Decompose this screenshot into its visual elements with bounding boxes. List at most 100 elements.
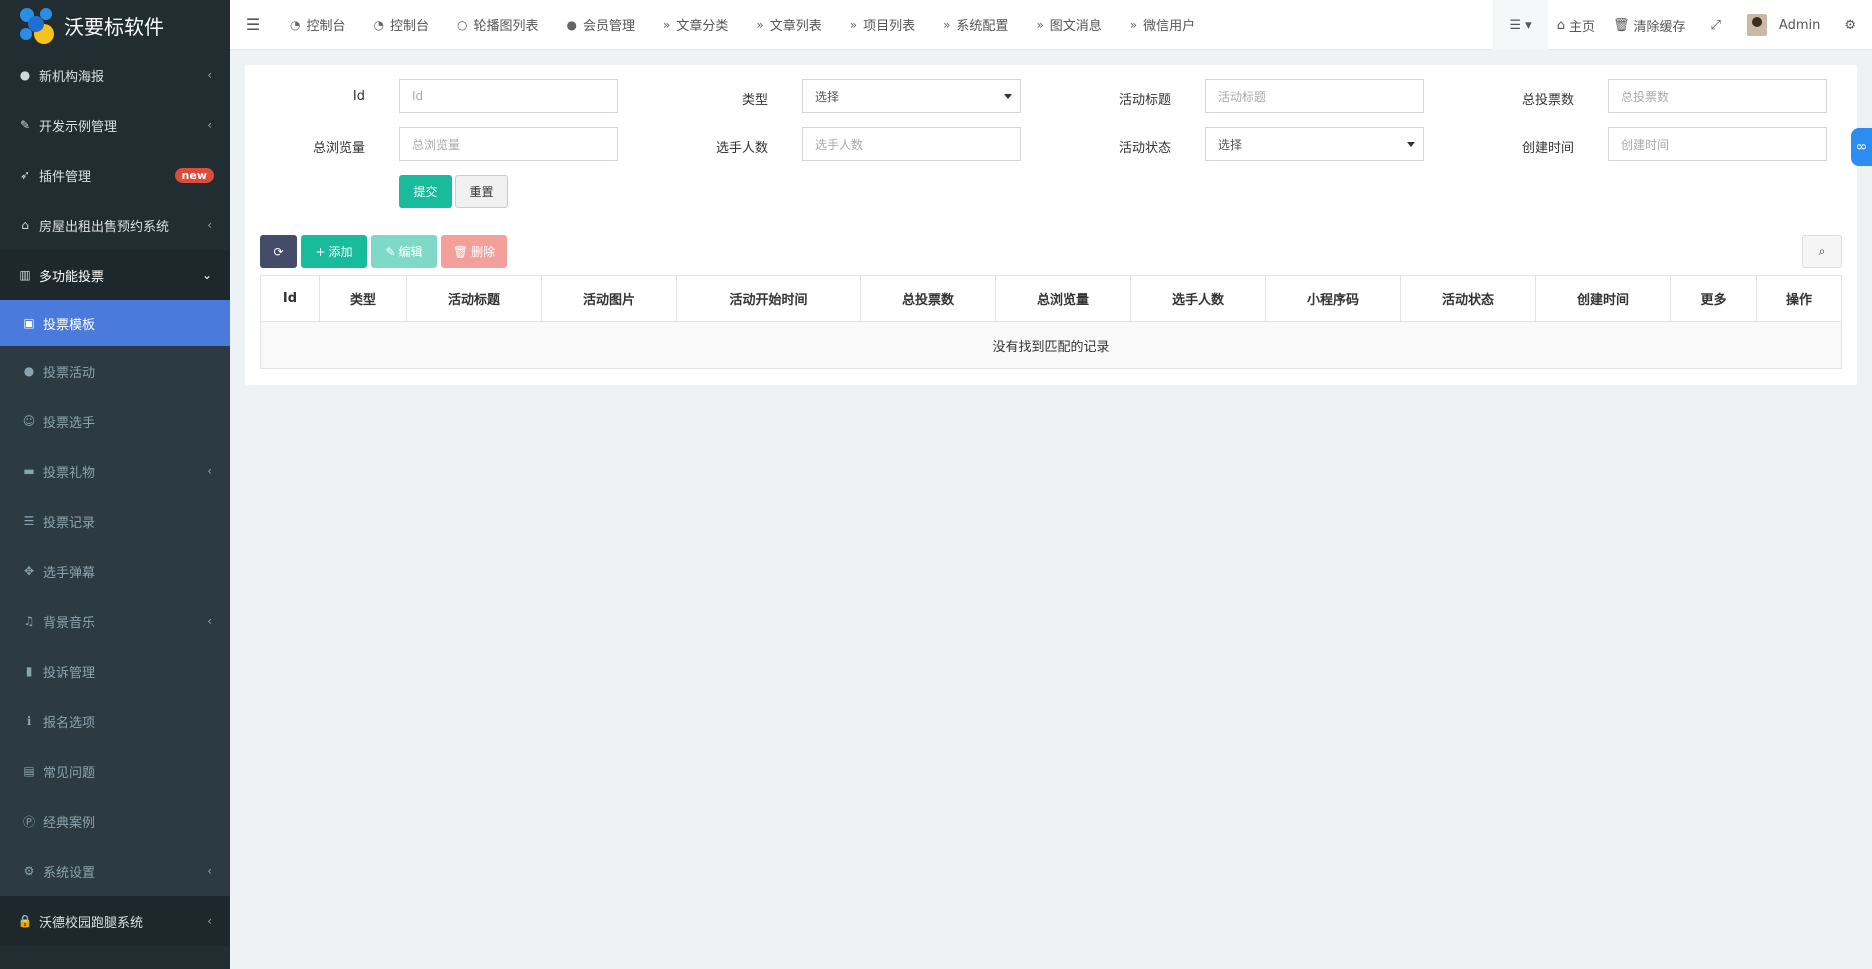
field-label-player-count: 选手人数 bbox=[715, 141, 768, 156]
sidebar-item-signup-options[interactable]: ℹ 报名选项 bbox=[0, 696, 230, 746]
column-header[interactable]: 活动图片 bbox=[542, 276, 677, 321]
tab-label: 图文消息 bbox=[1049, 19, 1102, 34]
tab-label: 轮播图列表 bbox=[473, 19, 539, 34]
sidebar-item-voting[interactable]: ▥ 多功能投票 ⌄ bbox=[0, 250, 230, 300]
column-header[interactable]: 总浏览量 bbox=[996, 276, 1131, 321]
double-chevron-icon: » bbox=[849, 17, 858, 32]
logo-icon bbox=[20, 8, 54, 44]
chevron-left-icon: ‹ bbox=[207, 914, 212, 928]
home-link[interactable]: ⌂ 主页 bbox=[1548, 0, 1604, 50]
activity-status-select[interactable]: 选择 bbox=[1205, 127, 1424, 161]
sidebar-item-cases[interactable]: Ⓟ 经典案例 bbox=[0, 796, 230, 846]
field-label-id: Id bbox=[352, 89, 365, 104]
plus-icon: + bbox=[315, 244, 326, 259]
sidebar-item-label: 投票记录 bbox=[43, 515, 96, 531]
delete-button[interactable]: 🗑 删除 bbox=[441, 235, 507, 268]
refresh-button[interactable]: ⟳ bbox=[260, 235, 297, 268]
sidebar-item-vote-gifts[interactable]: ▬ 投票礼物 ‹ bbox=[0, 446, 230, 496]
sidebar-item-label: 选手弹幕 bbox=[43, 565, 96, 581]
top-navbar: ☰ ◔ 控制台 ◔ 控制台 ○ 轮播图列表 ● 会员管理 » 文章分类 » 文章列表 » 项目… bbox=[230, 0, 1872, 50]
column-header[interactable]: 活动开始时间 bbox=[677, 276, 861, 321]
delete-label: 删除 bbox=[471, 245, 496, 259]
sidebar-toggle-icon[interactable]: ☰ bbox=[230, 15, 276, 34]
sidebar-item-music[interactable]: ♫ 背景音乐 ‹ bbox=[0, 596, 230, 646]
sidebar-item-vote-players[interactable]: ☺ 投票选手 bbox=[0, 396, 230, 446]
column-header[interactable]: 活动状态 bbox=[1401, 276, 1536, 321]
home-icon: ⌂ bbox=[1556, 17, 1565, 33]
column-header[interactable]: Id bbox=[261, 276, 320, 321]
add-button[interactable]: + 添加 bbox=[301, 235, 367, 268]
input-placeholder: Id bbox=[412, 89, 424, 103]
link-float-button[interactable]: ∞ bbox=[1851, 128, 1872, 166]
bookmark-icon: ▮ bbox=[25, 664, 33, 678]
user-plus-icon: ☺ bbox=[22, 414, 36, 428]
tab-system-config[interactable]: » 系统配置 bbox=[929, 0, 1022, 50]
sidebar-item-poster[interactable]: ● 新机构海报 ‹ bbox=[0, 50, 230, 100]
column-header[interactable]: 类型 bbox=[320, 276, 407, 321]
submit-button[interactable]: 提交 bbox=[399, 175, 452, 208]
sidebar-item-complaints[interactable]: ▮ 投诉管理 bbox=[0, 646, 230, 696]
caret-down-icon bbox=[1004, 94, 1012, 99]
tab-article-category[interactable]: » 文章分类 bbox=[649, 0, 742, 50]
column-header[interactable]: 更多 bbox=[1671, 276, 1757, 321]
circle-icon: ○ bbox=[457, 17, 468, 32]
double-chevron-icon: » bbox=[756, 17, 764, 32]
user-menu[interactable]: Admin bbox=[1737, 0, 1840, 50]
sidebar-item-plugins[interactable]: ➶ 插件管理 new bbox=[0, 150, 230, 200]
sidebar-item-faq[interactable]: ▤ 常见问题 bbox=[0, 746, 230, 796]
empty-state: 没有找到匹配的记录 bbox=[261, 322, 1841, 368]
id-input[interactable]: Id bbox=[399, 79, 618, 113]
column-header[interactable]: 选手人数 bbox=[1131, 276, 1266, 321]
sidebar-item-danmaku[interactable]: ✥ 选手弹幕 bbox=[0, 546, 230, 596]
reset-button[interactable]: 重置 bbox=[455, 175, 508, 208]
tab-label: 微信用户 bbox=[1143, 19, 1196, 34]
fullscreen-icon[interactable]: ⤢ bbox=[1695, 0, 1737, 50]
sidebar-item-label: 经典案例 bbox=[43, 815, 96, 831]
double-chevron-icon: » bbox=[943, 17, 951, 32]
data-table: Id 类型 活动标题 活动图片 活动开始时间 总投票数 总浏览量 选手人数 小程… bbox=[260, 275, 1842, 369]
tab-label: 项目列表 bbox=[863, 19, 916, 34]
info-icon: ℹ bbox=[26, 714, 32, 728]
chevron-left-icon: ‹ bbox=[207, 864, 212, 878]
tab-carousel-list[interactable]: ○ 轮播图列表 bbox=[443, 0, 553, 50]
player-count-input[interactable]: 选手人数 bbox=[802, 127, 1021, 161]
sidebar-item-vote-activity[interactable]: ● 投票活动 bbox=[0, 346, 230, 396]
type-select[interactable]: 选择 bbox=[802, 79, 1021, 113]
product-hunt-icon: Ⓟ bbox=[22, 814, 35, 829]
tab-label: 会员管理 bbox=[582, 19, 635, 34]
search-toggle-button[interactable]: ⌕ bbox=[1802, 235, 1842, 268]
tab-menu-dropdown[interactable]: ☰ ▾ bbox=[1493, 0, 1548, 50]
tab-wechat-users[interactable]: » 微信用户 bbox=[1116, 0, 1209, 50]
tab-news-message[interactable]: » 图文消息 bbox=[1022, 0, 1115, 50]
tab-dashboard[interactable]: ◔ 控制台 bbox=[276, 0, 360, 50]
clear-cache-button[interactable]: 🗑 清除缓存 bbox=[1604, 0, 1695, 50]
sidebar-item-vote-template[interactable]: ▣ 投票模板 bbox=[0, 300, 230, 346]
activity-title-input[interactable]: 活动标题 bbox=[1205, 79, 1424, 113]
created-time-input[interactable]: 创建时间 bbox=[1608, 127, 1827, 161]
total-views-input[interactable]: 总浏览量 bbox=[399, 127, 618, 161]
edit-button[interactable]: ✎ 编辑 bbox=[371, 235, 437, 268]
user-icon: ● bbox=[566, 17, 577, 32]
sidebar-item-campus-errand[interactable]: 🔒 沃德校园跑腿系统 ‹ bbox=[0, 896, 230, 946]
sidebar-item-label: 多功能投票 bbox=[39, 269, 105, 285]
tab-label: 控制台 bbox=[306, 19, 346, 34]
total-votes-input[interactable]: 总投票数 bbox=[1608, 79, 1827, 113]
gears-icon[interactable]: ⚙ bbox=[1840, 0, 1872, 50]
sidebar-item-housing[interactable]: ⌂ 房屋出租出售预约系统 ‹ bbox=[0, 200, 230, 250]
avatar bbox=[1746, 14, 1767, 36]
column-header[interactable]: 活动标题 bbox=[407, 276, 542, 321]
column-header[interactable]: 操作 bbox=[1757, 276, 1841, 321]
tab-project-list[interactable]: » 项目列表 bbox=[836, 0, 929, 50]
bomb-icon: ● bbox=[23, 364, 35, 378]
sidebar-item-dev-examples[interactable]: ✎ 开发示例管理 ‹ bbox=[0, 100, 230, 150]
column-header[interactable]: 总投票数 bbox=[861, 276, 996, 321]
sidebar-item-vote-records[interactable]: ☰ 投票记录 bbox=[0, 496, 230, 546]
sidebar-item-system-settings[interactable]: ⚙ 系统设置 ‹ bbox=[0, 846, 230, 896]
column-header[interactable]: 小程序码 bbox=[1266, 276, 1401, 321]
app-logo[interactable]: 沃要标软件 bbox=[0, 0, 230, 50]
tab-article-list[interactable]: » 文章列表 bbox=[742, 0, 835, 50]
tab-dashboard-2[interactable]: ◔ 控制台 bbox=[360, 0, 444, 50]
column-header[interactable]: 创建时间 bbox=[1536, 276, 1671, 321]
double-chevron-icon: » bbox=[663, 17, 671, 32]
tab-member-management[interactable]: ● 会员管理 bbox=[553, 0, 650, 50]
